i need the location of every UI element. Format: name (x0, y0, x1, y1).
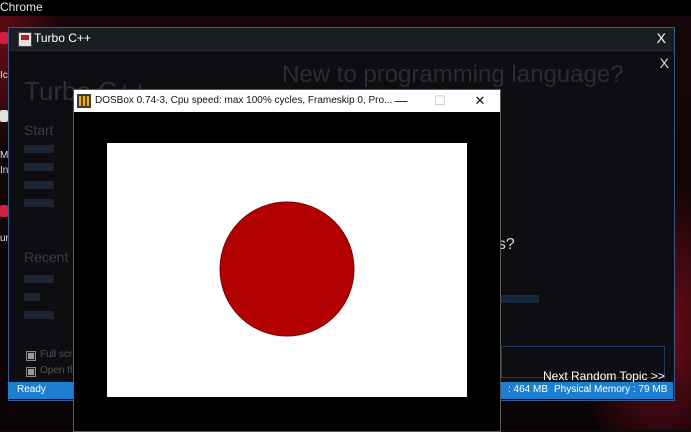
status-ready: Ready (17, 384, 46, 395)
turbo-app-icon (18, 32, 32, 47)
desktop-icon-label: Ic (0, 70, 8, 81)
desktop-app-icon[interactable] (0, 32, 8, 44)
dosbox-app-icon (77, 94, 91, 108)
recent-section-title: Recent (24, 249, 69, 265)
turbo-window-title: Turbo C++ (34, 31, 91, 45)
open-checkbox[interactable] (26, 367, 36, 377)
open-checkbox-label: Open th (40, 365, 76, 376)
maximize-button[interactable]: ☐ (426, 92, 454, 110)
recent-link[interactable] (24, 293, 40, 301)
next-random-topic-link[interactable]: Next Random Topic >> (543, 369, 665, 383)
minimize-button[interactable]: — (387, 92, 415, 110)
status-memory-1: : 464 MB (508, 384, 549, 395)
dosbox-window-title: DOSBox 0.74-3, Cpu speed: max 100% cycle… (95, 95, 393, 106)
desktop-top-strip: Chrome (0, 0, 691, 16)
desktop-app-icon[interactable] (0, 205, 8, 217)
start-page-headline: New to programming language? (282, 61, 624, 88)
dos-graphics-screen[interactable] (107, 143, 467, 397)
turbo-title-bar[interactable]: Turbo C++ X (9, 28, 674, 51)
start-link[interactable] (24, 145, 54, 153)
start-link[interactable] (24, 199, 54, 207)
start-link[interactable] (24, 181, 54, 189)
start-page-close-icon[interactable]: X (660, 55, 669, 71)
graphics-canvas (219, 201, 355, 337)
turbo-close-button[interactable]: X (657, 30, 666, 46)
recent-link[interactable] (24, 275, 54, 283)
red-circle (219, 201, 355, 337)
start-link[interactable] (24, 163, 54, 171)
dosbox-window: DOSBox 0.74-3, Cpu speed: max 100% cycle… (73, 89, 501, 432)
fullscreen-checkbox[interactable] (26, 351, 36, 361)
desktop-app-icon[interactable] (0, 110, 8, 122)
start-section-title: Start (24, 122, 54, 138)
fullscreen-checkbox-label: Full scr (40, 349, 73, 360)
chrome-label: Chrome (0, 0, 43, 14)
dosbox-title-bar[interactable]: DOSBox 0.74-3, Cpu speed: max 100% cycle… (74, 90, 500, 112)
status-physical-memory: Physical Memory : 79 MB (554, 384, 668, 395)
recent-link[interactable] (24, 311, 54, 319)
close-button[interactable]: ✕ (466, 92, 494, 110)
